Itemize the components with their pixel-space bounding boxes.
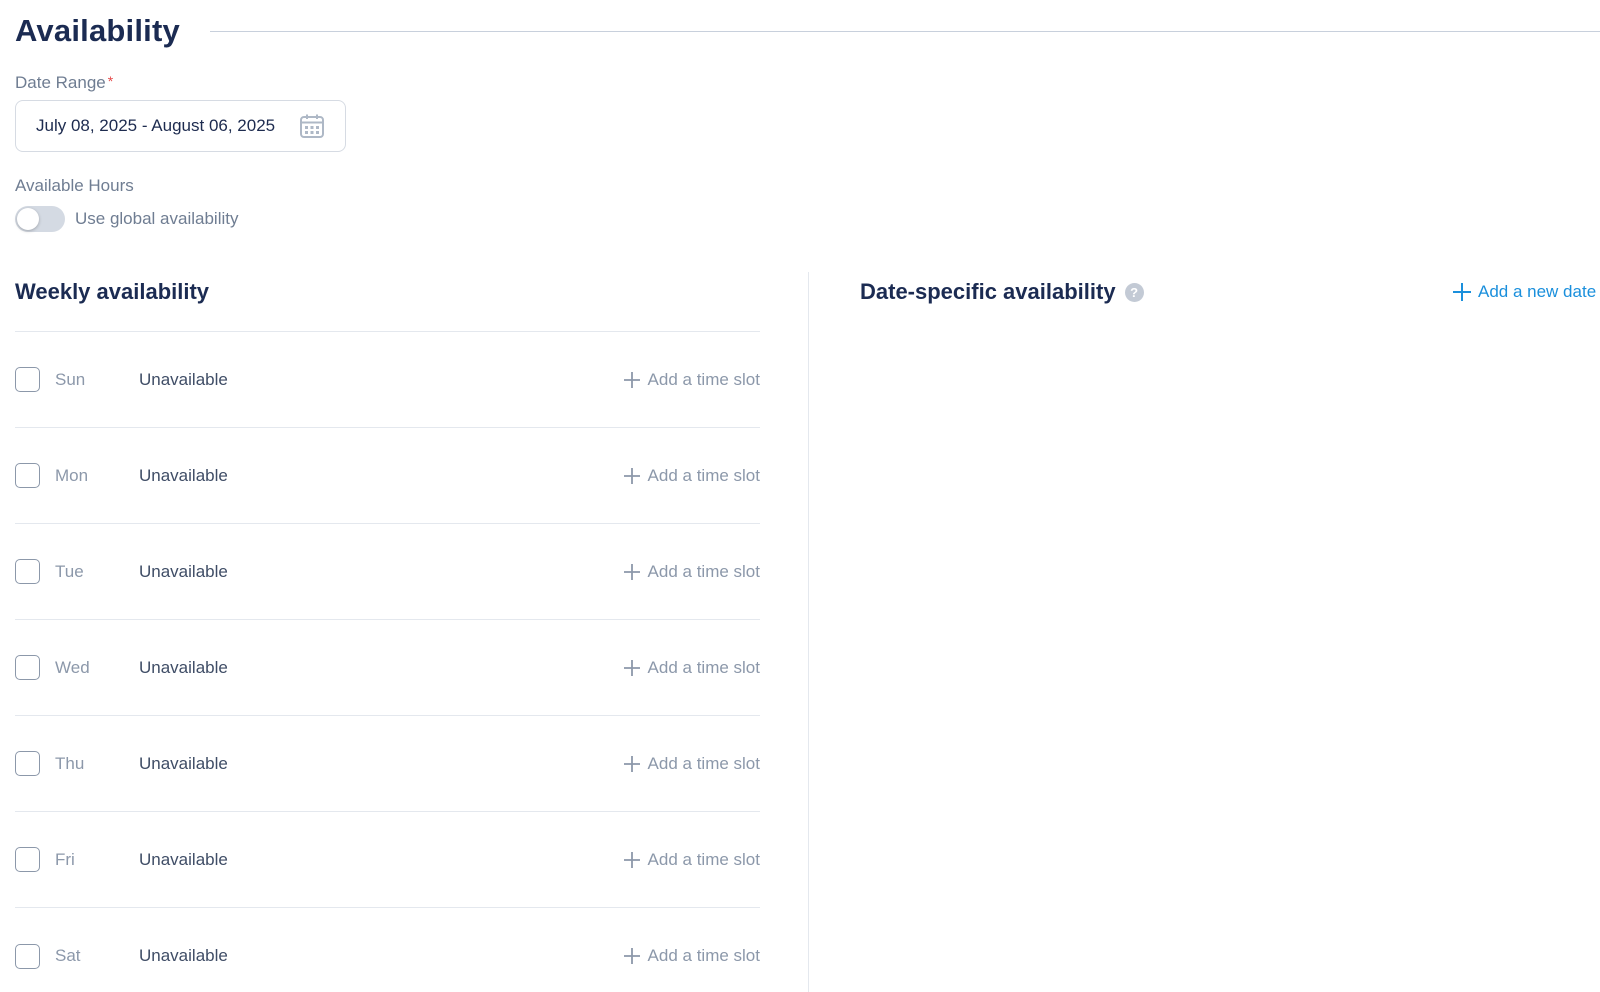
- date-range-value: July 08, 2025 - August 06, 2025: [36, 116, 276, 135]
- day-status: Unavailable: [139, 369, 228, 389]
- plus-icon: [623, 467, 641, 485]
- add-time-slot-button-wed[interactable]: Add a time slot: [623, 658, 760, 678]
- plus-icon: [623, 659, 641, 677]
- add-time-slot-button-mon[interactable]: Add a time slot: [623, 466, 760, 486]
- date-range-input[interactable]: July 08, 2025 - August 06, 2025: [15, 100, 346, 152]
- add-time-slot-button-fri[interactable]: Add a time slot: [623, 850, 760, 870]
- day-name: Thu: [55, 753, 85, 773]
- add-time-slot-button-tue[interactable]: Add a time slot: [623, 562, 760, 582]
- availability-page: Availability Date Range * July 08, 2025 -…: [0, 0, 1600, 992]
- plus-icon: [1452, 282, 1472, 302]
- add-time-slot-label: Add a time slot: [647, 561, 760, 581]
- add-new-date-label: Add a new date: [1478, 282, 1597, 301]
- day-checkbox-sat[interactable]: [15, 943, 40, 969]
- add-time-slot-button-thu[interactable]: Add a time slot: [623, 754, 760, 774]
- day-row-thu: Thu Unavailable Add a time slot: [15, 716, 760, 812]
- day-status: Unavailable: [139, 657, 228, 677]
- available-hours-label: Available Hours: [15, 176, 134, 195]
- day-name: Fri: [55, 849, 75, 869]
- add-time-slot-button-sun[interactable]: Add a time slot: [623, 370, 760, 390]
- day-checkbox-sun[interactable]: [15, 367, 40, 392]
- section-header: Availability: [15, 8, 1600, 54]
- add-time-slot-label: Add a time slot: [647, 946, 760, 965]
- day-row-tue: Tue Unavailable Add a time slot: [15, 524, 760, 620]
- add-time-slot-label: Add a time slot: [647, 849, 760, 869]
- day-status: Unavailable: [139, 946, 228, 965]
- day-row-mon: Mon Unavailable Add a time slot: [15, 428, 760, 524]
- plus-icon: [623, 755, 641, 773]
- plus-icon: [623, 563, 641, 581]
- day-checkbox-fri[interactable]: [15, 847, 40, 872]
- global-availability-toggle-row: Use global availability: [15, 206, 238, 232]
- add-time-slot-label: Add a time slot: [647, 753, 760, 773]
- page-title: Availability: [15, 13, 180, 48]
- required-asterisk: *: [107, 73, 114, 89]
- toggle-knob: [17, 208, 39, 230]
- plus-icon: [623, 371, 641, 389]
- day-row-sat: Sat Unavailable Add a time slot: [15, 908, 760, 992]
- plus-icon: [623, 947, 641, 965]
- date-specific-title: Date-specific availability: [860, 279, 1116, 304]
- calendar-icon[interactable]: [299, 113, 325, 139]
- day-name: Tue: [55, 561, 84, 581]
- weekly-availability-title: Weekly availability: [15, 279, 210, 304]
- day-checkbox-wed[interactable]: [15, 655, 40, 680]
- day-name: Wed: [55, 657, 90, 677]
- day-status: Unavailable: [139, 561, 228, 581]
- plus-icon: [623, 851, 641, 869]
- global-availability-label: Use global availability: [75, 209, 239, 228]
- day-row-sun: Sun Unavailable Add a time slot: [15, 332, 760, 428]
- day-checkbox-thu[interactable]: [15, 751, 40, 776]
- day-status: Unavailable: [139, 753, 228, 773]
- add-new-date-button[interactable]: Add a new date: [1452, 272, 1596, 312]
- add-time-slot-label: Add a time slot: [647, 465, 760, 485]
- add-time-slot-label: Add a time slot: [647, 369, 760, 389]
- day-checkbox-tue[interactable]: [15, 559, 40, 584]
- day-name: Mon: [55, 465, 89, 485]
- column-divider: [808, 272, 809, 992]
- date-range-label-text: Date Range: [15, 73, 106, 92]
- day-name: Sat: [55, 946, 81, 965]
- global-availability-toggle[interactable]: [15, 206, 65, 232]
- date-range-label: Date Range *: [15, 73, 113, 93]
- day-status: Unavailable: [139, 849, 228, 869]
- day-row-wed: Wed Unavailable Add a time slot: [15, 620, 760, 716]
- header-divider: [209, 30, 1600, 32]
- day-row-fri: Fri Unavailable Add a time slot: [15, 812, 760, 908]
- help-icon[interactable]: ?: [1124, 282, 1144, 302]
- day-name: Sun: [55, 369, 86, 389]
- day-checkbox-mon[interactable]: [15, 463, 40, 488]
- add-time-slot-label: Add a time slot: [647, 657, 760, 677]
- add-time-slot-button-sat[interactable]: Add a time slot: [623, 946, 760, 966]
- day-status: Unavailable: [139, 465, 228, 485]
- weekly-availability-panel: Weekly availability Sun Unavailable Add …: [15, 272, 760, 992]
